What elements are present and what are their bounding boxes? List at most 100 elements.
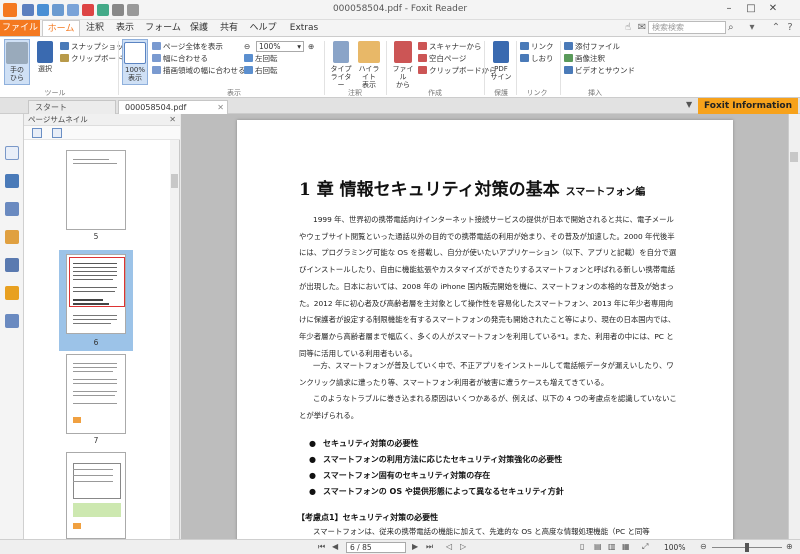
close-panel-icon[interactable]: ✕ xyxy=(169,114,176,126)
single-page-icon[interactable]: ▯ xyxy=(580,541,584,553)
zoom-select[interactable]: 100% ▾ xyxy=(256,41,304,52)
zoom-slider-handle[interactable] xyxy=(745,543,749,552)
next-page-icon[interactable]: ▶ xyxy=(412,541,418,553)
video-sound-button[interactable]: ビデオとサウンド xyxy=(564,65,635,76)
zoom-out-icon[interactable]: ⊖ xyxy=(700,541,707,553)
thumbs-icon[interactable]: ☝ xyxy=(622,22,634,34)
tab-home[interactable]: ホーム xyxy=(42,20,80,36)
signature-panel-icon[interactable] xyxy=(5,314,19,328)
tab-share[interactable]: 共有 xyxy=(216,20,242,36)
link-button[interactable]: リンク xyxy=(520,41,554,52)
thumbnail-scrollbar[interactable] xyxy=(170,140,179,539)
previous-view-icon[interactable]: ◁ xyxy=(446,541,452,553)
first-page-icon[interactable]: ⏮ xyxy=(318,541,325,553)
snapshot-button[interactable]: スナップショット xyxy=(60,41,131,52)
fit-page-button[interactable]: ページ全体を表示 xyxy=(152,41,223,52)
fit-width-button[interactable]: 幅に合わせる xyxy=(152,53,208,64)
ribbon-collapse-icon[interactable]: ⌃ xyxy=(770,22,782,34)
chevron-down-icon[interactable]: ▼ xyxy=(686,100,692,109)
status-bar: ⏮ ◀ 6 / 85 ▶ ⏭ ◁ ▷ ▯ ▤ ▥ ▦ ⤢ 100% ⊖ ⊕ xyxy=(0,539,800,554)
close-button[interactable]: ✕ xyxy=(764,2,782,16)
tab-start[interactable]: スタート xyxy=(28,100,116,114)
search-input[interactable]: 検索検索 xyxy=(648,21,726,34)
rotate-right-button[interactable]: 右回転 xyxy=(244,65,278,76)
bookmark-panel-icon[interactable] xyxy=(5,146,19,160)
page-number-input[interactable]: 6 / 85 xyxy=(346,542,406,553)
blank-page-icon xyxy=(418,54,427,62)
page-thumbnail[interactable] xyxy=(66,150,126,230)
fit-visible-button[interactable]: 描画領域の幅に合わせる xyxy=(152,65,246,76)
zoom-out-icon[interactable]: ⊖ xyxy=(244,41,250,52)
help-icon[interactable]: ? xyxy=(784,22,796,34)
insert-group-label: 挿入 xyxy=(588,89,602,97)
thumbnail-panel-icon[interactable] xyxy=(5,174,19,188)
image-annot-button[interactable]: 画像注釈 xyxy=(564,53,605,64)
highlight-button[interactable]: ハイライト 表示 xyxy=(356,39,382,89)
thumbnail-scroll-handle[interactable] xyxy=(171,174,178,188)
tab-file[interactable]: ファイル xyxy=(0,20,40,36)
thumbnail-zoom-icon[interactable] xyxy=(52,128,62,138)
create-from-file-button[interactable]: ファイル から xyxy=(390,39,416,89)
zoom-value: 100% xyxy=(259,42,281,51)
continuous-facing-icon[interactable]: ▦ xyxy=(622,541,630,553)
pdf-sign-button[interactable]: PDF サイン xyxy=(488,39,514,85)
layers-panel-icon[interactable] xyxy=(5,202,19,216)
last-page-icon[interactable]: ⏭ xyxy=(426,541,433,553)
clipboard-button[interactable]: クリップボード xyxy=(60,53,124,64)
facing-page-icon[interactable]: ▥ xyxy=(608,541,616,553)
foxit-information-button[interactable]: Foxit Information xyxy=(698,98,798,114)
list-item-text: スマートフォンの OS や提供形態によって異なるセキュリティ方針 xyxy=(323,487,564,496)
attachments-panel-icon[interactable] xyxy=(5,258,19,272)
select-tool-button[interactable]: 選択 xyxy=(32,39,58,85)
attach-file-button[interactable]: 添付ファイル xyxy=(564,41,620,52)
actual-size-button[interactable]: 100% 表示 xyxy=(122,39,148,85)
image-annot-label: 画像注釈 xyxy=(575,54,605,63)
maximize-button[interactable]: □ xyxy=(742,2,760,16)
thumbnail-options-icon[interactable] xyxy=(32,128,42,138)
select-label: 選択 xyxy=(38,65,52,73)
typewriter-button[interactable]: タイプ ライター xyxy=(328,39,354,89)
comment-group-label: 注釈 xyxy=(348,89,362,97)
from-scanner-button[interactable]: スキャナーから xyxy=(418,41,482,52)
continuous-page-icon[interactable]: ▤ xyxy=(594,541,602,553)
image-icon xyxy=(564,54,573,62)
protect-group-label: 保護 xyxy=(494,89,508,97)
security-lock-icon[interactable] xyxy=(5,286,19,300)
thumbnail-page-number: 5 xyxy=(93,232,99,241)
zoom-in-icon[interactable]: ⊕ xyxy=(786,541,793,553)
page-thumbnail-selected[interactable] xyxy=(66,254,126,334)
minimize-button[interactable]: – xyxy=(720,2,738,16)
tab-form[interactable]: フォーム xyxy=(144,20,182,36)
close-tab-icon[interactable]: ✕ xyxy=(217,101,224,114)
bookmark-button[interactable]: しおり xyxy=(520,53,554,64)
search-icon[interactable]: ⌕ xyxy=(728,21,742,34)
zoom-in-icon[interactable]: ⊕ xyxy=(308,41,314,52)
link-icon xyxy=(520,42,529,50)
document-scrollbar[interactable] xyxy=(788,114,800,539)
tab-document[interactable]: 000058504.pdf ✕ xyxy=(118,100,228,114)
page-thumbnail[interactable] xyxy=(66,354,126,434)
title-bar: 000058504.pdf - Foxit Reader – □ ✕ xyxy=(0,0,800,20)
tab-extras[interactable]: Extras xyxy=(288,20,320,36)
divider xyxy=(386,41,387,95)
tab-protect[interactable]: 保護 xyxy=(186,20,212,36)
divider xyxy=(560,41,561,95)
blank-page-button[interactable]: 空白ページ xyxy=(418,53,466,64)
tab-comment[interactable]: 注釈 xyxy=(82,20,108,36)
comments-panel-icon[interactable] xyxy=(5,230,19,244)
previous-page-icon[interactable]: ◀ xyxy=(332,541,338,553)
rotate-left-button[interactable]: 左回転 xyxy=(244,53,278,64)
document-scroll-handle[interactable] xyxy=(790,152,798,162)
next-view-icon[interactable]: ▷ xyxy=(460,541,466,553)
section-heading: 【考慮点1】セキュリティ対策の必要性 xyxy=(297,513,439,522)
actual-size-label: 100% 表示 xyxy=(124,66,145,82)
hand-label: 手の ひら xyxy=(10,66,24,82)
tab-view[interactable]: 表示 xyxy=(112,20,138,36)
page-thumbnail[interactable] xyxy=(66,452,126,539)
search-options-icon[interactable]: ▾ xyxy=(746,22,758,34)
hand-tool-button[interactable]: 手の ひら xyxy=(4,39,30,85)
rotate-left-label: 左回転 xyxy=(255,54,278,63)
fit-view-icon[interactable]: ⤢ xyxy=(642,541,648,553)
tab-help[interactable]: ヘルプ xyxy=(248,20,278,36)
chat-icon[interactable]: ✉ xyxy=(636,22,648,34)
